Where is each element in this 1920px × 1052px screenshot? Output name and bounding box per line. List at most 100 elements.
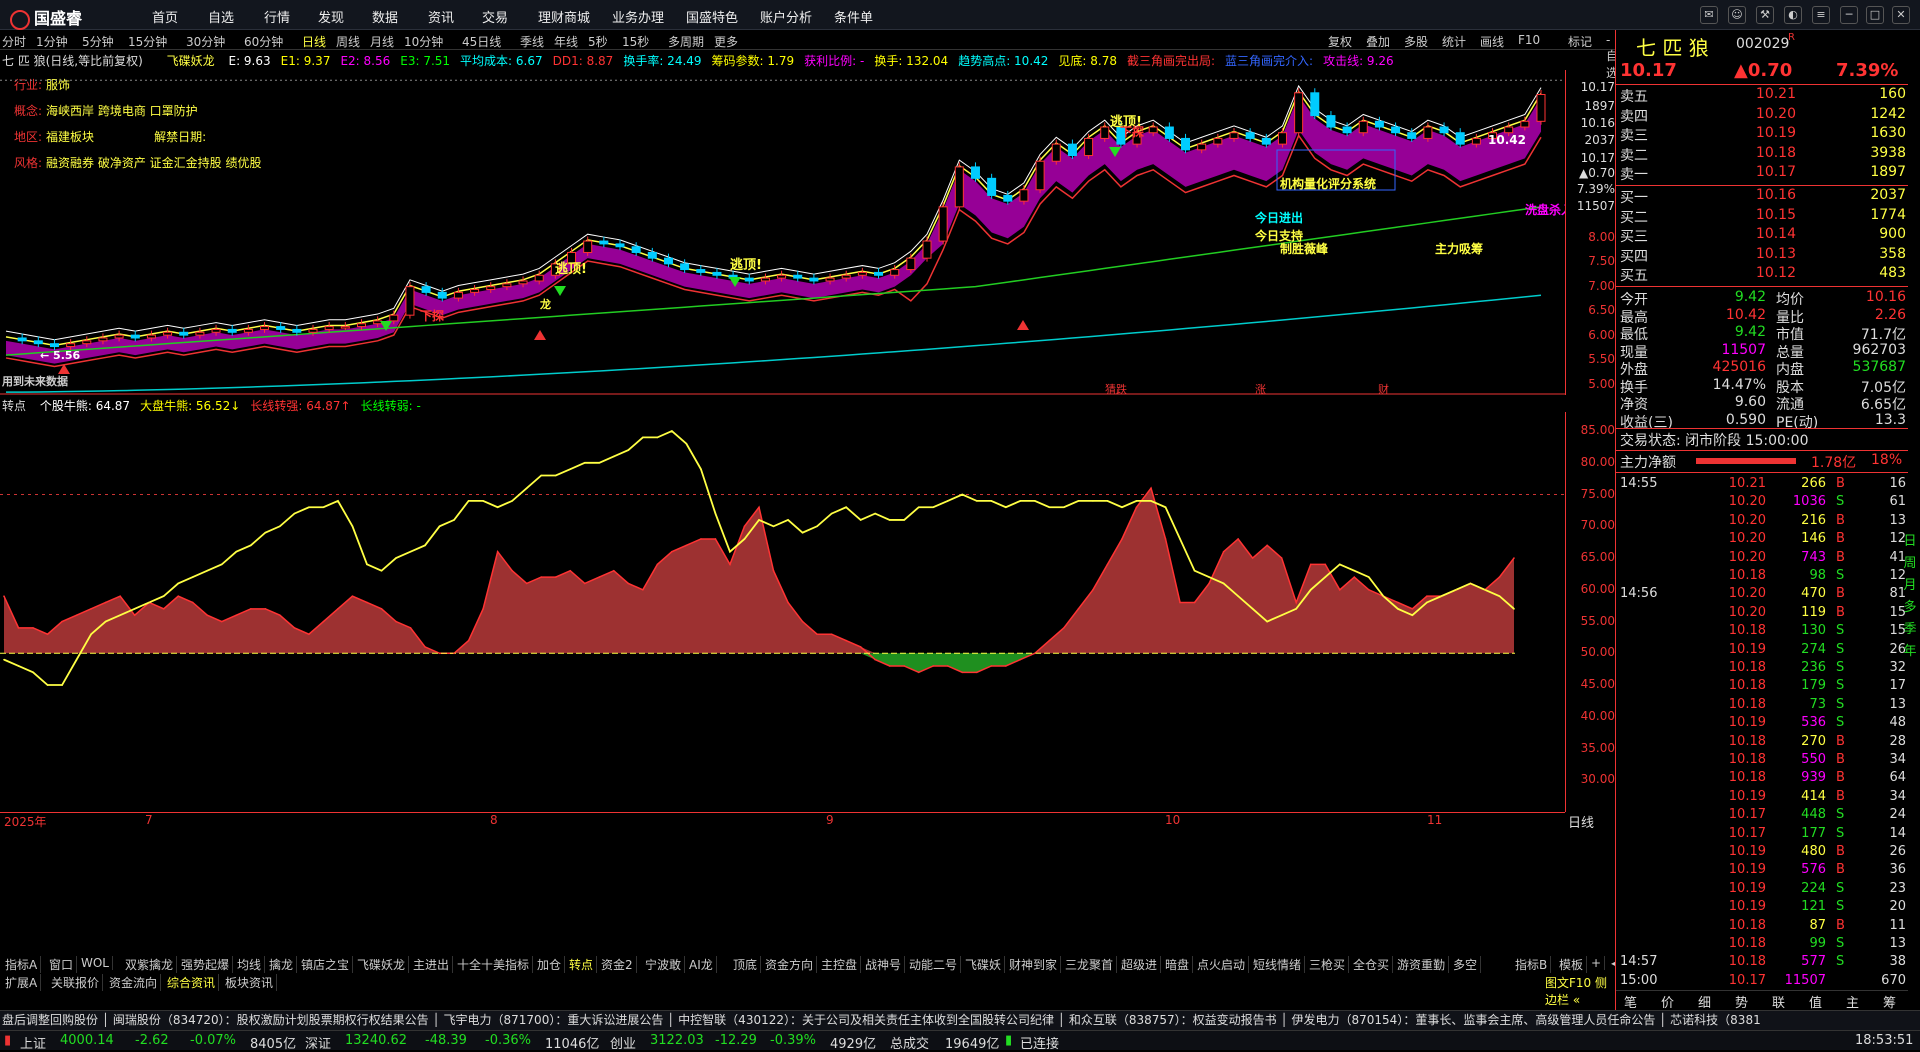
indicator-tab[interactable]: 多空 [1450, 956, 1482, 973]
candle[interactable] [179, 331, 189, 336]
tick-row[interactable]: 14:56 10.20 470 B 81 [1616, 586, 1908, 604]
indicator-tab[interactable]: 擒龙 [266, 956, 298, 973]
period-tab[interactable]: 45日线 [462, 33, 501, 50]
menu-item[interactable]: 发现 [318, 7, 344, 26]
candle[interactable] [857, 271, 867, 276]
candle[interactable] [631, 246, 641, 253]
candle[interactable] [324, 326, 334, 330]
period-tab[interactable]: 1分钟 [36, 33, 68, 50]
candle[interactable] [680, 263, 690, 271]
info-tab[interactable]: 板块资讯 [222, 974, 278, 991]
candle[interactable] [583, 240, 593, 253]
sub-chart[interactable] [0, 412, 1565, 812]
chat-icon[interactable]: ☺ [1728, 6, 1746, 24]
bid-row[interactable]: 买三 10.14 900 [1616, 226, 1908, 246]
candle[interactable] [502, 283, 512, 288]
period-tab[interactable]: 年线 [554, 33, 578, 50]
side-period-tab[interactable]: 季 [1899, 618, 1920, 637]
menu-item[interactable]: 交易 [482, 7, 508, 26]
candle[interactable] [890, 269, 900, 276]
indicator-tab[interactable]: 飞碟妖龙 [354, 956, 410, 973]
candle[interactable] [1391, 126, 1401, 134]
tick-row[interactable]: 10.19 274 S 26 [1616, 642, 1908, 660]
indicator-tab[interactable]: WOL [78, 956, 113, 970]
candle[interactable] [486, 286, 496, 291]
candle[interactable] [130, 334, 140, 339]
toolbar-item[interactable]: 标记 [1568, 33, 1592, 50]
ask-row[interactable]: 卖三 10.19 1630 [1616, 125, 1908, 145]
indicator-tab[interactable]: 超级进 [1118, 956, 1162, 973]
maximize-icon[interactable]: □ [1866, 6, 1884, 24]
tick-row[interactable]: 10.18 179 S 17 [1616, 678, 1908, 696]
candle[interactable] [841, 274, 851, 279]
indicator-tab[interactable]: 三枪买 [1306, 956, 1350, 973]
tick-row[interactable]: 10.19 121 S 20 [1616, 899, 1908, 917]
tick-row[interactable]: 10.19 536 S 48 [1616, 715, 1908, 733]
bid-row[interactable]: 买四 10.13 358 [1616, 246, 1908, 266]
candle[interactable] [1100, 126, 1110, 139]
tick-row[interactable]: 10.18 87 B 11 [1616, 918, 1908, 936]
period-tab[interactable]: 周线 [336, 33, 360, 50]
candle[interactable] [1229, 132, 1239, 139]
tick-row[interactable]: 15:00 10.17 11507 670 [1616, 973, 1908, 991]
indicator-tab[interactable]: 强势起爆 [178, 956, 234, 973]
period-tab[interactable]: 5秒 [588, 33, 608, 50]
candle[interactable] [453, 291, 463, 299]
close-icon[interactable]: ✕ [1892, 6, 1910, 24]
tick-row[interactable]: 10.19 576 B 36 [1616, 862, 1908, 880]
side-period-tab[interactable]: 日 [1899, 530, 1920, 549]
cy-name[interactable]: 创业 [610, 1033, 636, 1052]
info-tab[interactable]: 扩展A [2, 974, 42, 991]
menu-item[interactable]: 行情 [264, 7, 290, 26]
candle[interactable] [1035, 160, 1045, 191]
candle[interactable] [1423, 126, 1433, 139]
candle[interactable] [534, 274, 544, 282]
event-marker[interactable]: 涨 [1255, 383, 1266, 395]
period-tab[interactable]: 15分钟 [128, 33, 167, 50]
candle[interactable] [421, 286, 431, 293]
candle[interactable] [954, 166, 964, 208]
candle[interactable] [874, 271, 884, 276]
candle[interactable] [292, 328, 302, 333]
tick-row[interactable]: 10.18 236 S 32 [1616, 660, 1908, 678]
indicator-tab[interactable]: 财神到家 [1006, 956, 1062, 973]
candle[interactable] [1164, 126, 1174, 139]
info-tab[interactable]: 关联报价 [48, 974, 104, 991]
candle[interactable] [518, 280, 528, 285]
period-tab[interactable]: 日线 [302, 33, 326, 50]
candle[interactable] [1326, 115, 1336, 128]
menu-item[interactable]: 业务办理 [612, 7, 664, 26]
candle[interactable] [1439, 126, 1449, 134]
candle[interactable] [146, 334, 156, 339]
indicator-tab[interactable]: 窗口 [46, 956, 78, 973]
candle[interactable] [437, 291, 447, 299]
candle[interactable] [1067, 143, 1077, 157]
candle[interactable] [1310, 92, 1320, 117]
sub-chart-name[interactable]: 转点 [2, 399, 26, 413]
tick-row[interactable]: 10.19 224 S 23 [1616, 881, 1908, 899]
indicator-tab[interactable]: 点火启动 [1194, 956, 1250, 973]
candle[interactable] [1407, 132, 1417, 139]
toolbar-item[interactable]: 多股 [1404, 33, 1428, 50]
candle[interactable] [1148, 126, 1158, 134]
candle[interactable] [98, 337, 108, 342]
candle[interactable] [405, 286, 415, 316]
period-tab[interactable]: 15秒 [622, 33, 649, 50]
period-tab[interactable]: 30分钟 [186, 33, 225, 50]
message-icon[interactable]: ✉ [1700, 6, 1718, 24]
indicator-tab[interactable]: 战神号 [862, 956, 906, 973]
quote-tab[interactable]: 细 [1698, 992, 1711, 1011]
candle[interactable] [744, 277, 754, 282]
tick-row[interactable]: 10.19 414 B 34 [1616, 789, 1908, 807]
indicator-name[interactable]: 飞碟妖龙 [167, 54, 215, 68]
candle[interactable] [1261, 137, 1271, 145]
toolbar-item[interactable]: 复权 [1328, 33, 1352, 50]
period-tab[interactable]: 5分钟 [82, 33, 114, 50]
candle[interactable] [243, 328, 253, 333]
candle[interactable] [777, 274, 787, 279]
candle[interactable] [906, 257, 916, 271]
tick-row[interactable]: 10.18 73 S 13 [1616, 697, 1908, 715]
indicator-tab[interactable]: 十全十美指标 [454, 956, 534, 973]
tick-row[interactable]: 10.20 146 B 12 [1616, 531, 1908, 549]
indicator-tab[interactable]: 宁波敢 [642, 956, 686, 973]
